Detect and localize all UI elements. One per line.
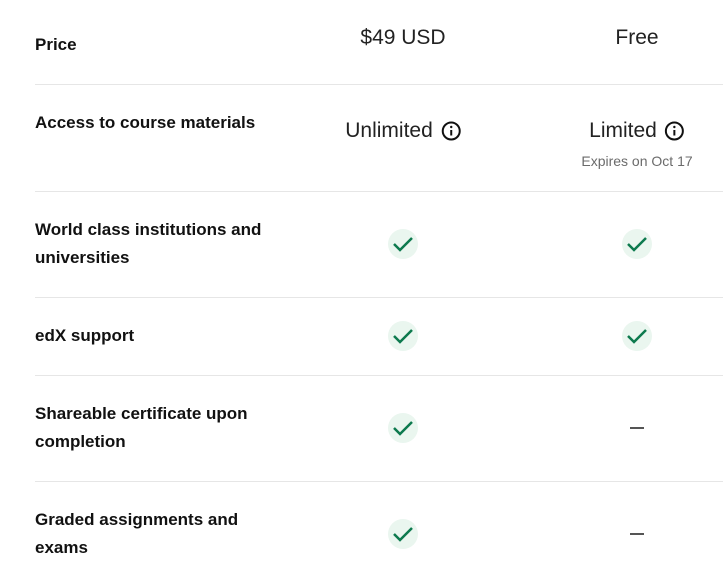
check-icon — [388, 413, 418, 443]
info-icon[interactable] — [665, 121, 685, 141]
price-free: Free — [615, 26, 659, 49]
dash-icon — [630, 533, 644, 535]
row-label-support: edX support — [35, 326, 135, 345]
row-support: edX support — [35, 298, 723, 376]
access-paid-text: Unlimited — [345, 119, 433, 142]
row-label-access: Access to course materials — [35, 113, 256, 132]
graded-paid — [388, 519, 418, 549]
certificate-free — [630, 427, 644, 429]
check-icon — [622, 229, 652, 259]
row-access: Access to course materials Unlimited Lim… — [35, 85, 723, 192]
row-label-institutions: World class institutions and universitie… — [35, 220, 262, 267]
row-label-certificate: Shareable certificate upon completion — [35, 404, 248, 451]
access-paid: Unlimited — [345, 119, 461, 143]
access-expiry-note: Expires on Oct 17 — [581, 153, 693, 169]
row-price: Price $49 USD Free — [35, 0, 723, 85]
check-icon — [622, 321, 652, 351]
institutions-free — [622, 229, 652, 259]
price-paid: $49 USD — [360, 26, 446, 49]
row-label-price: Price — [35, 35, 77, 54]
check-icon — [388, 321, 418, 351]
access-free: Limited Expires on Oct 17 — [581, 119, 692, 169]
comparison-table: Price $49 USD Free Access to course mate… — [35, 0, 723, 575]
institutions-paid — [388, 229, 418, 259]
support-free — [622, 321, 652, 351]
row-graded: Graded assignments and exams — [35, 482, 723, 575]
support-paid — [388, 321, 418, 351]
row-institutions: World class institutions and universitie… — [35, 192, 723, 298]
dash-icon — [630, 427, 644, 429]
certificate-paid — [388, 413, 418, 443]
check-icon — [388, 519, 418, 549]
row-label-graded: Graded assignments and exams — [35, 510, 239, 557]
access-free-text: Limited — [589, 119, 657, 142]
row-certificate: Shareable certificate upon completion — [35, 376, 723, 482]
check-icon — [388, 229, 418, 259]
info-icon[interactable] — [441, 121, 461, 141]
graded-free — [630, 533, 644, 535]
